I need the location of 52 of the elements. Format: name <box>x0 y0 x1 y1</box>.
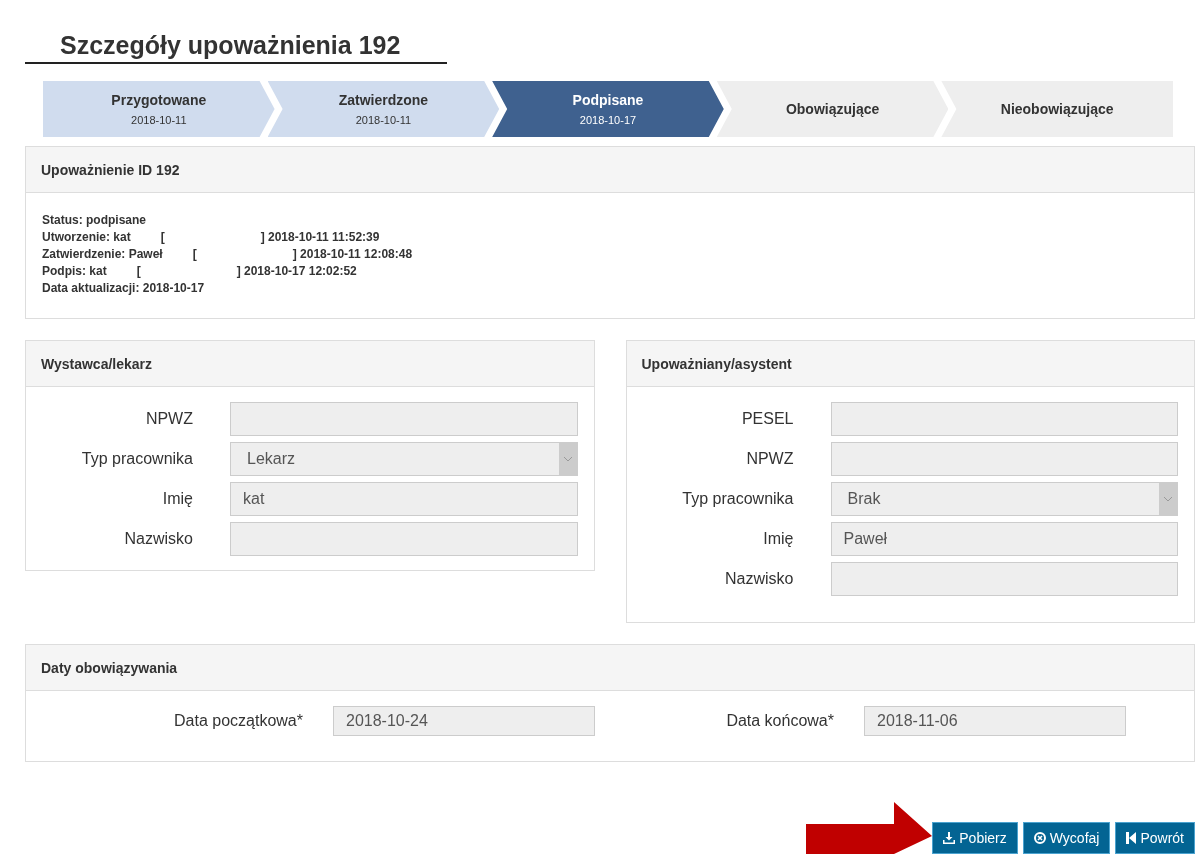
field-label: PESEL <box>740 410 794 428</box>
date-field[interactable]: 2018-11-06 <box>864 706 1126 736</box>
info-text: Zatwierdzenie: Paweł <box>42 246 163 262</box>
panel-header: Upoważniany/asystent <box>626 341 1194 387</box>
date-field[interactable]: 2018-10-24 <box>333 706 595 736</box>
skip-back-icon <box>1126 832 1137 844</box>
field-label: Imię <box>161 490 193 508</box>
field-label: Typ pracownika <box>80 450 193 468</box>
bracket-text: [ <box>160 229 165 245</box>
cancel-icon <box>1033 832 1046 844</box>
timestamp-text: ] 2018-10-11 12:08:48 <box>292 246 413 262</box>
panel-header: Daty obowiązywania <box>26 645 1194 691</box>
action-button[interactable]: Pobierz <box>932 822 1018 854</box>
progress-step: Nieobowiązujące <box>941 81 1173 137</box>
progress-step: Zatwierdzone 2018-10-11 <box>267 81 500 137</box>
panel-header: Wystawca/lekarz <box>26 341 594 387</box>
field-label: Data początkowa* <box>173 712 303 730</box>
progress-step: Przygotowane 2018-10-11 <box>43 81 275 137</box>
field-label: Nazwisko <box>123 530 193 548</box>
action-button[interactable]: Wycofaj <box>1022 822 1111 854</box>
info-text: Podpis: kat <box>42 263 107 279</box>
download-icon <box>943 832 956 844</box>
arrow-icon <box>806 802 933 854</box>
timestamp-text: ] 2018-10-17 12:02:52 <box>236 263 357 279</box>
bracket-text: [ <box>192 246 197 262</box>
field-label: NPWZ <box>144 410 193 428</box>
progress-step: Obowiązujące <box>716 81 949 137</box>
page-title: Szczegóły upoważnienia 192 <box>60 30 401 61</box>
input-field[interactable] <box>830 562 1178 596</box>
info-text: Utworzenie: kat <box>42 229 131 245</box>
input-field[interactable] <box>830 402 1178 436</box>
field-label: Data końcowa* <box>725 712 834 730</box>
select-field[interactable]: Lekarz <box>230 442 578 476</box>
field-label: NPWZ <box>745 450 794 468</box>
progress-step: Podpisane 2018-10-17 <box>492 81 724 137</box>
input-field[interactable]: Paweł <box>830 522 1178 556</box>
info-text: Data aktualizacji: 2018-10-17 <box>42 280 205 296</box>
select-field[interactable]: Brak <box>830 482 1178 516</box>
info-text: Status: podpisane <box>42 212 146 228</box>
caret-icon <box>1159 483 1177 515</box>
field-label: Typ pracownika <box>681 490 794 508</box>
bracket-text: [ <box>136 263 141 279</box>
caret-icon <box>558 443 577 475</box>
panel-header: Upoważnienie ID 192 <box>26 147 1194 193</box>
action-button[interactable]: Powrót <box>1115 822 1195 854</box>
field-label: Nazwisko <box>724 570 794 588</box>
field-label: Imię <box>762 530 794 548</box>
input-field[interactable] <box>830 442 1178 476</box>
input-field[interactable] <box>230 522 578 556</box>
input-field[interactable]: kat <box>230 482 578 516</box>
input-field[interactable] <box>230 402 578 436</box>
timestamp-text: ] 2018-10-11 11:52:39 <box>260 229 380 245</box>
